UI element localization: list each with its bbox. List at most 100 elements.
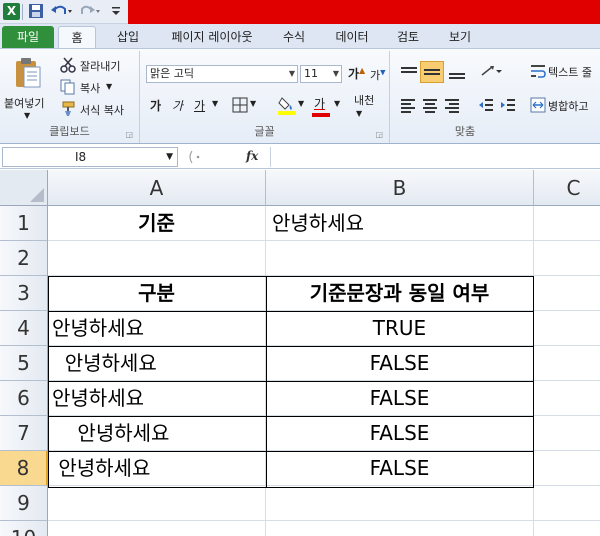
tab-review[interactable]: 검토 bbox=[388, 26, 428, 48]
decrease-indent-icon[interactable] bbox=[478, 97, 494, 117]
column-header-a[interactable]: A bbox=[48, 170, 266, 206]
cut-button[interactable]: 잘라내기 bbox=[80, 58, 120, 74]
row-header-4[interactable]: 4 bbox=[0, 311, 48, 346]
cell-c4[interactable] bbox=[534, 311, 600, 346]
cell-c9[interactable] bbox=[534, 486, 600, 521]
shrink-font-button[interactable]: 가▼ bbox=[370, 67, 386, 83]
cell-b5[interactable]: FALSE bbox=[266, 346, 534, 381]
paste-icon[interactable] bbox=[14, 57, 42, 93]
paste-dropdown-icon[interactable]: ▼ bbox=[24, 111, 30, 120]
cell-a3[interactable]: 구분 bbox=[48, 276, 266, 311]
align-left-icon[interactable] bbox=[400, 97, 416, 117]
font-group: 맑은 고딕 ▼ 11 ▼ 가▲ 가▼ 가 가 가 ▼ ▼ ▼ 가 ▼ 내천 ▼ … bbox=[140, 51, 390, 143]
copy-button[interactable]: 복사 bbox=[80, 80, 100, 96]
formula-input[interactable] bbox=[270, 147, 600, 167]
font-color-button[interactable]: 가 bbox=[314, 95, 325, 112]
undo-icon[interactable] bbox=[50, 3, 72, 21]
worksheet-grid: A B C 1 2 3 4 5 6 7 8 9 10 기준 안녕하세요 구분 기… bbox=[0, 170, 600, 536]
borders-icon[interactable] bbox=[232, 97, 248, 117]
bold-button[interactable]: 가 bbox=[150, 97, 161, 114]
cell-c5[interactable] bbox=[534, 346, 600, 381]
phonetic-button[interactable]: 내천 bbox=[354, 95, 374, 106]
cell-b8[interactable]: FALSE bbox=[266, 451, 534, 486]
redo-icon[interactable] bbox=[80, 3, 102, 21]
cell-a9[interactable] bbox=[48, 486, 266, 521]
align-center-icon[interactable] bbox=[422, 97, 438, 117]
wrap-text-button[interactable]: 텍스트 줄 bbox=[548, 64, 592, 80]
row-header-3[interactable]: 3 bbox=[0, 276, 48, 311]
paste-button[interactable]: 붙여넣기 bbox=[4, 95, 44, 111]
column-header-b[interactable]: B bbox=[266, 170, 534, 206]
align-top-icon[interactable] bbox=[400, 65, 418, 84]
formula-bar-splitter[interactable] bbox=[186, 149, 200, 165]
cell-a8[interactable]: 안녕하세요 bbox=[48, 451, 266, 486]
name-box[interactable]: I8 ▼ bbox=[2, 147, 178, 167]
select-all-button[interactable] bbox=[0, 170, 48, 206]
orientation-icon[interactable] bbox=[480, 63, 504, 83]
tab-view[interactable]: 보기 bbox=[440, 26, 480, 48]
cell-a5[interactable]: 안녕하세요 bbox=[48, 346, 266, 381]
cell-a1[interactable]: 기준 bbox=[48, 206, 266, 241]
fill-color-dropdown-icon[interactable]: ▼ bbox=[298, 99, 304, 108]
align-middle-icon[interactable] bbox=[420, 61, 444, 83]
fill-color-icon[interactable] bbox=[278, 95, 296, 119]
tab-home[interactable]: 홈 bbox=[58, 26, 96, 48]
row-header-10[interactable]: 10 bbox=[0, 521, 48, 536]
customize-qat-icon[interactable] bbox=[110, 3, 122, 21]
column-header-c[interactable]: C bbox=[534, 170, 600, 206]
grow-font-button[interactable]: 가▲ bbox=[348, 65, 365, 82]
dialog-launcher-icon[interactable]: ◲ bbox=[375, 130, 383, 139]
cell-b9[interactable] bbox=[266, 486, 534, 521]
row-header-5[interactable]: 5 bbox=[0, 346, 48, 381]
tab-insert[interactable]: 삽입 bbox=[108, 26, 148, 48]
cell-a7[interactable]: 안녕하세요 bbox=[48, 416, 266, 451]
cell-c1[interactable] bbox=[534, 206, 600, 241]
align-bottom-icon[interactable] bbox=[448, 65, 466, 84]
cell-c7[interactable] bbox=[534, 416, 600, 451]
cell-b2[interactable] bbox=[266, 241, 534, 276]
font-size-select[interactable]: 11 ▼ bbox=[300, 65, 342, 83]
cell-a6[interactable]: 안녕하세요 bbox=[48, 381, 266, 416]
cell-b4[interactable]: TRUE bbox=[266, 311, 534, 346]
save-icon[interactable] bbox=[28, 3, 44, 21]
cell-a10[interactable] bbox=[48, 521, 266, 536]
increase-indent-icon[interactable] bbox=[500, 97, 516, 117]
merge-center-icon[interactable] bbox=[530, 97, 546, 117]
font-color-dropdown-icon[interactable]: ▼ bbox=[334, 99, 340, 108]
font-name-select[interactable]: 맑은 고딕 ▼ bbox=[146, 65, 298, 83]
copy-dropdown-icon[interactable]: ▼ bbox=[106, 82, 112, 91]
dialog-launcher-icon[interactable]: ◲ bbox=[125, 130, 133, 139]
cell-b3[interactable]: 기준문장과 동일 여부 bbox=[266, 276, 534, 311]
align-right-icon[interactable] bbox=[444, 97, 460, 117]
underline-dropdown-icon[interactable]: ▼ bbox=[212, 99, 218, 108]
underline-button[interactable]: 가 bbox=[194, 97, 205, 114]
merge-center-button[interactable]: 병합하고 bbox=[548, 98, 588, 114]
italic-button[interactable]: 가 bbox=[172, 97, 183, 114]
row-header-9[interactable]: 9 bbox=[0, 486, 48, 521]
cell-b1[interactable]: 안녕하세요 bbox=[266, 206, 534, 241]
format-painter-button[interactable]: 서식 복사 bbox=[80, 102, 124, 118]
borders-dropdown-icon[interactable]: ▼ bbox=[250, 99, 256, 108]
cell-a2[interactable] bbox=[48, 241, 266, 276]
cell-c10[interactable] bbox=[534, 521, 600, 536]
wrap-text-icon[interactable] bbox=[530, 63, 546, 83]
tab-file[interactable]: 파일 bbox=[2, 26, 54, 48]
row-header-7[interactable]: 7 bbox=[0, 416, 48, 451]
row-header-1[interactable]: 1 bbox=[0, 206, 48, 241]
insert-function-button[interactable]: fx bbox=[246, 149, 258, 163]
cell-c2[interactable] bbox=[534, 241, 600, 276]
row-header-8[interactable]: 8 bbox=[0, 451, 48, 486]
row-header-2[interactable]: 2 bbox=[0, 241, 48, 276]
tab-data[interactable]: 데이터 bbox=[326, 26, 378, 48]
cell-c3[interactable] bbox=[534, 276, 600, 311]
tab-page-layout[interactable]: 페이지 레이아웃 bbox=[158, 26, 266, 48]
cell-b10[interactable] bbox=[266, 521, 534, 536]
tab-formulas[interactable]: 수식 bbox=[274, 26, 314, 48]
phonetic-dropdown-icon[interactable]: ▼ bbox=[356, 109, 362, 118]
row-header-6[interactable]: 6 bbox=[0, 381, 48, 416]
cell-b7[interactable]: FALSE bbox=[266, 416, 534, 451]
cell-c8[interactable] bbox=[534, 451, 600, 486]
cell-a4[interactable]: 안녕하세요 bbox=[48, 311, 266, 346]
cell-c6[interactable] bbox=[534, 381, 600, 416]
cell-b6[interactable]: FALSE bbox=[266, 381, 534, 416]
